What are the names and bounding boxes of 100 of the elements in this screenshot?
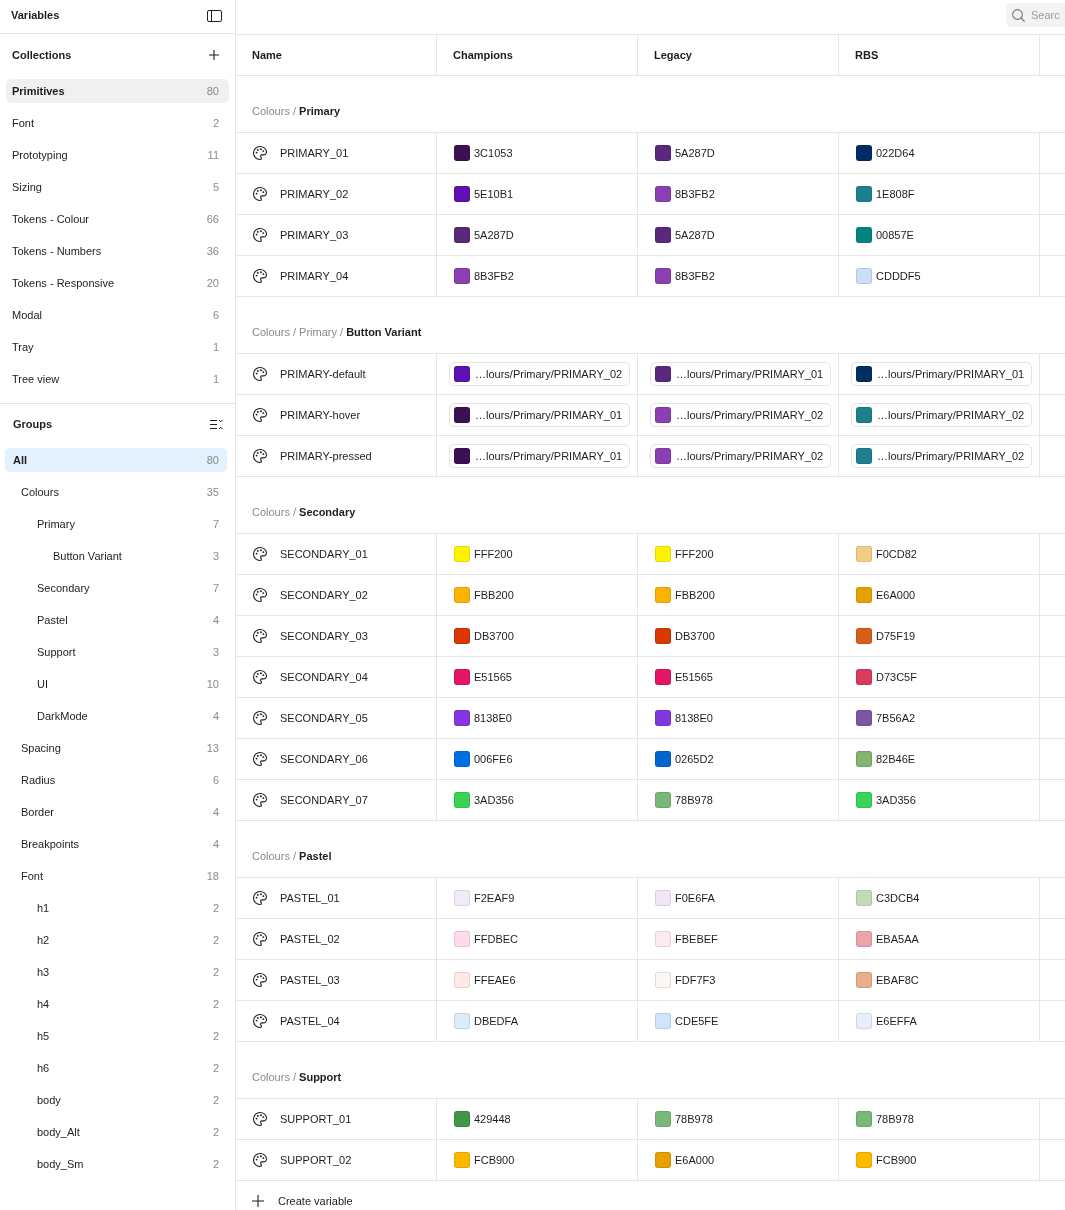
group-item[interactable]: body_Alt 2 [5, 1120, 227, 1144]
variable-alias-token[interactable]: …lours/Primary/PRIMARY_01 [851, 362, 1032, 386]
variable-count: 2 [212, 1125, 219, 1139]
variable-count: 2 [212, 1093, 219, 1107]
color-value: F0E6FA [675, 891, 715, 905]
color-value: 8B3FB2 [675, 187, 715, 201]
variable-count: 6 [212, 308, 219, 322]
palette-icon [252, 587, 268, 603]
palette-icon [252, 366, 268, 382]
group-item[interactable]: Pastel 4 [5, 608, 227, 632]
color-value: C3DCB4 [876, 891, 920, 905]
group-item[interactable]: h1 2 [5, 896, 227, 920]
variable-count: 11 [207, 148, 219, 162]
plus-icon[interactable] [209, 49, 219, 60]
group-item[interactable]: Breakpoints 4 [5, 832, 227, 856]
color-value: D73C5F [876, 670, 917, 684]
variable-alias-token[interactable]: …lours/Primary/PRIMARY_02 [851, 444, 1032, 468]
color-value: FCB900 [474, 1153, 515, 1167]
variable-count: 36 [206, 244, 219, 258]
group-item[interactable]: Radius 6 [5, 768, 227, 792]
palette-icon [252, 546, 268, 562]
palette-icon [252, 227, 268, 243]
variable-name: PRIMARY-hover [280, 408, 361, 422]
group-item[interactable]: body 2 [5, 1088, 227, 1112]
variable-alias-token[interactable]: …lours/Primary/PRIMARY_01 [449, 444, 630, 468]
variable-name: SUPPORT_01 [280, 1112, 352, 1126]
variable-alias-token[interactable]: …lours/Primary/PRIMARY_01 [449, 403, 630, 427]
section-heading: Collections [12, 47, 72, 62]
palette-icon [252, 710, 268, 726]
collection-item[interactable]: Sizing 5 [6, 175, 229, 199]
collection-item[interactable]: Tree view 1 [6, 367, 229, 391]
group-item[interactable]: Primary 7 [5, 512, 227, 536]
group-item[interactable]: h5 2 [5, 1024, 227, 1048]
palette-icon [252, 792, 268, 808]
search-field[interactable]: Searc [1006, 3, 1065, 27]
panel-title: Variables [11, 8, 60, 22]
group-item[interactable]: h4 2 [5, 992, 227, 1016]
variable-count: 2 [212, 116, 219, 130]
variable-name: PASTEL_02 [280, 932, 340, 946]
variable-alias-token[interactable]: …lours/Primary/PRIMARY_02 [851, 403, 1032, 427]
collection-item[interactable]: Primitives 80 [6, 79, 229, 103]
variable-count: 5 [212, 180, 219, 194]
group-item[interactable]: Button Variant 3 [5, 544, 227, 568]
variable-name: PASTEL_03 [280, 973, 340, 987]
variable-name: SUPPORT_02 [280, 1153, 352, 1167]
color-value: FBEBEF [675, 932, 718, 946]
color-value: 0265D2 [675, 752, 714, 766]
color-value: E6EFFA [876, 1014, 917, 1028]
variable-alias-token[interactable]: …lours/Primary/PRIMARY_02 [650, 403, 831, 427]
color-value: 8138E0 [675, 711, 713, 725]
sidebar-panel-icon[interactable] [207, 10, 222, 22]
group-item[interactable]: Colours 35 [5, 480, 227, 504]
collection-item[interactable]: Tray 1 [6, 335, 229, 359]
group-item[interactable]: body_Sm 2 [5, 1152, 227, 1176]
palette-icon [252, 1152, 268, 1168]
collection-item[interactable]: Tokens - Colour 66 [6, 207, 229, 231]
group-path: Colours / Primary / Button Variant [252, 325, 422, 339]
collection-item[interactable]: Font 2 [6, 111, 229, 135]
list-chevrons-icon[interactable] [210, 418, 223, 430]
palette-icon [252, 1111, 268, 1127]
variable-count: 80 [206, 453, 219, 467]
group-item[interactable]: Spacing 13 [5, 736, 227, 760]
palette-icon [252, 1013, 268, 1029]
color-value: 022D64 [876, 146, 915, 160]
group-item[interactable]: Secondary 7 [5, 576, 227, 600]
palette-icon [252, 628, 268, 644]
variable-count: 2 [212, 1029, 219, 1043]
variable-name: SECONDARY_03 [280, 629, 368, 643]
color-value: EBAF8C [876, 973, 919, 987]
group-item[interactable]: h2 2 [5, 928, 227, 952]
variable-name: PASTEL_04 [280, 1014, 340, 1028]
palette-icon [252, 931, 268, 947]
variable-alias-token[interactable]: …lours/Primary/PRIMARY_02 [449, 362, 630, 386]
collection-item[interactable]: Prototyping 11 [6, 143, 229, 167]
group-item[interactable]: h6 2 [5, 1056, 227, 1080]
variable-count: 35 [206, 485, 219, 499]
group-item[interactable]: Border 4 [5, 800, 227, 824]
color-value: CDDDF5 [876, 269, 921, 283]
variable-alias-token[interactable]: …lours/Primary/PRIMARY_01 [650, 362, 831, 386]
variable-name: SECONDARY_01 [280, 547, 368, 561]
color-value: FFEAE6 [474, 973, 516, 987]
collection-item[interactable]: Tokens - Responsive 20 [6, 271, 229, 295]
group-item[interactable]: Support 3 [5, 640, 227, 664]
variable-name: SECONDARY_02 [280, 588, 368, 602]
group-item[interactable]: UI 10 [5, 672, 227, 696]
variable-alias-token[interactable]: …lours/Primary/PRIMARY_02 [650, 444, 831, 468]
group-item[interactable]: Font 18 [5, 864, 227, 888]
collection-item[interactable]: Tokens - Numbers 36 [6, 239, 229, 263]
variable-name: PASTEL_01 [280, 891, 340, 905]
color-value: FFDBEC [474, 932, 518, 946]
collection-item[interactable]: Modal 6 [6, 303, 229, 327]
color-value: FFF200 [675, 547, 714, 561]
group-item[interactable]: All 80 [5, 448, 227, 472]
variable-count: 4 [212, 613, 219, 627]
variable-count: 2 [212, 965, 219, 979]
group-item[interactable]: h3 2 [5, 960, 227, 984]
palette-icon [252, 972, 268, 988]
create-variable-button[interactable]: Create variable [252, 1194, 353, 1208]
group-item[interactable]: DarkMode 4 [5, 704, 227, 728]
variable-name: SECONDARY_06 [280, 752, 368, 766]
